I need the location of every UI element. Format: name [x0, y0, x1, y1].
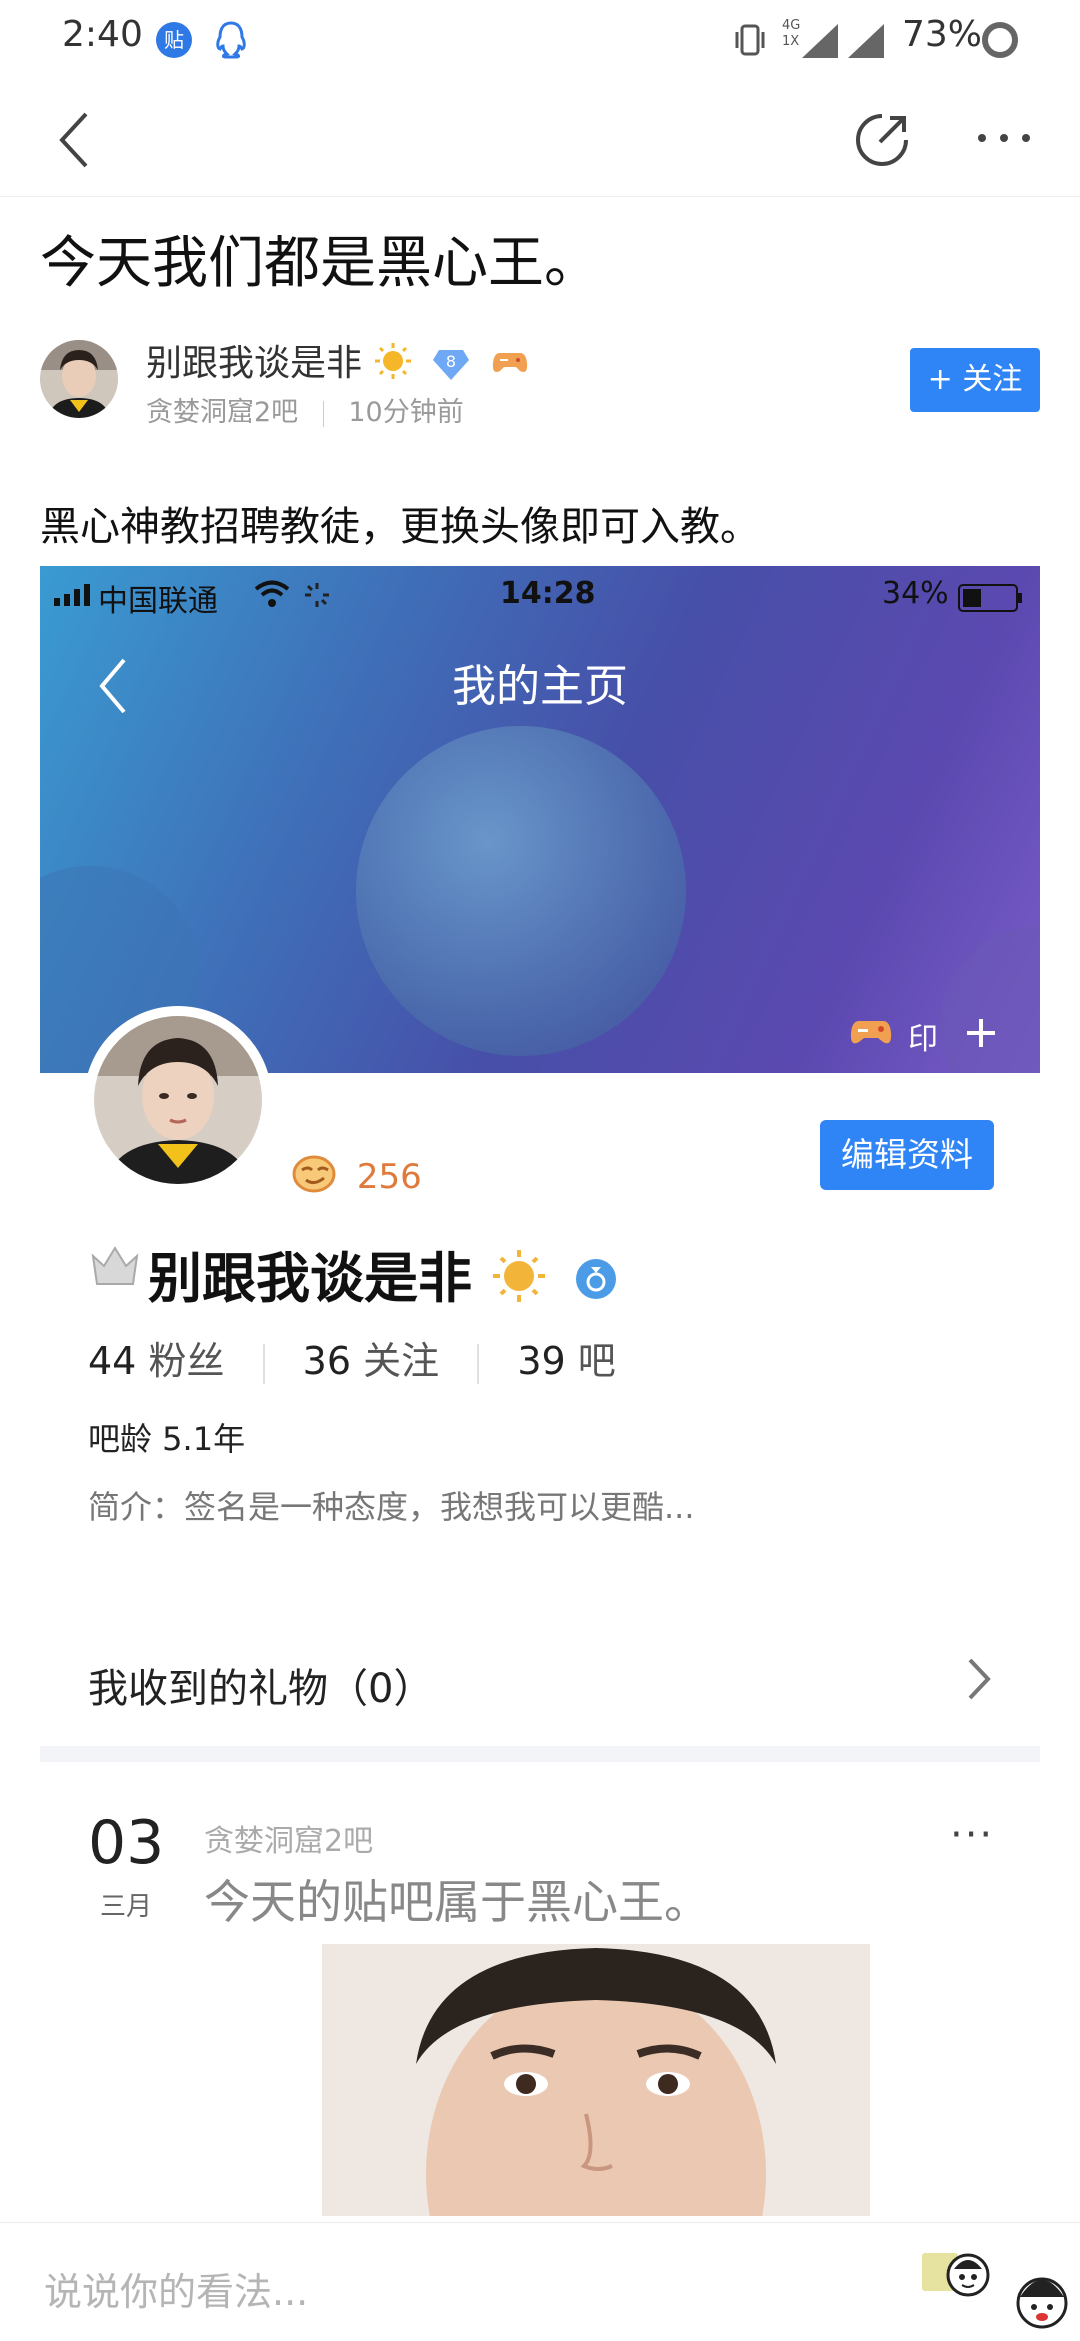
- embedded-signal-icon: [54, 584, 92, 610]
- author-meta: 贪婪洞窟2吧 10分钟前: [146, 390, 464, 429]
- ring-badge-icon: [574, 1251, 618, 1314]
- level-face-icon: [290, 1154, 338, 1203]
- emoji-icon[interactable]: [920, 2247, 990, 2305]
- following-label: 关注: [363, 1339, 440, 1383]
- signal-icon: [800, 20, 890, 64]
- comment-input[interactable]: 说说你的看法...: [44, 2261, 308, 2316]
- network-indicator: 4G 1X: [782, 18, 800, 50]
- profile-username: 别跟我谈是非: [148, 1234, 618, 1317]
- embedded-page-title: 我的主页: [452, 661, 628, 712]
- more-icon[interactable]: [976, 128, 1032, 152]
- author-forum[interactable]: 贪婪洞窟2吧: [146, 397, 298, 428]
- loading-icon: [304, 582, 330, 612]
- profile-level-value: 256: [356, 1157, 422, 1197]
- profile-avatar-image: [94, 1016, 262, 1184]
- profile-username-text: 别跟我谈是非: [148, 1247, 472, 1310]
- embedded-battery-icon: [958, 584, 1024, 616]
- profile-post-title[interactable]: 今天的贴吧属于黑心王。: [204, 1866, 710, 1932]
- post-time: 10分钟前: [348, 397, 464, 428]
- embedded-carrier: 中国联通: [98, 584, 218, 619]
- profile-level: 256: [290, 1154, 422, 1203]
- author-name[interactable]: 别跟我谈是非 8: [146, 334, 528, 390]
- fans-stat[interactable]: 44 粉丝: [88, 1339, 224, 1383]
- following-stat[interactable]: 36 关注: [303, 1339, 439, 1383]
- following-count: 36: [302, 1339, 352, 1383]
- gifts-row[interactable]: 我收到的礼物（0）: [88, 1656, 433, 1714]
- post-date-day: 03: [88, 1808, 165, 1878]
- bars-stat[interactable]: 39 吧: [517, 1339, 615, 1383]
- author-avatar[interactable]: [40, 340, 118, 418]
- bars-label: 吧: [577, 1339, 616, 1383]
- gamepad-icon: [492, 345, 528, 386]
- comment-bar: 说说你的看法...: [0, 2222, 1080, 2341]
- status-bar: 2:40 贴 4G 1X 73%: [0, 0, 1080, 84]
- wifi-icon: [254, 580, 290, 612]
- profile-post-more-icon[interactable]: ···: [950, 1812, 994, 1858]
- fans-label: 粉丝: [148, 1339, 225, 1383]
- meta-divider: [322, 400, 324, 427]
- post-body: 黑心神教招聘教徒，更换头像即可入教。: [40, 504, 760, 550]
- embedded-screenshot[interactable]: 中国联通 14:28 34% 我的主页 印 256 编辑资料 别跟我谈是非 44…: [40, 566, 1040, 2216]
- profile-sun-icon: [491, 1248, 547, 1317]
- fans-count: 44: [88, 1339, 137, 1383]
- banner-gamepad-icon[interactable]: [850, 1016, 892, 1054]
- tieba-notification-icon: 贴: [156, 22, 192, 58]
- stat-divider: [477, 1343, 480, 1384]
- section-divider: [40, 1746, 1040, 1762]
- embedded-battery: 34%: [882, 576, 949, 611]
- edit-profile-button[interactable]: 编辑资料: [820, 1120, 994, 1190]
- profile-banner: 中国联通 14:28 34% 我的主页 印: [40, 566, 1040, 1073]
- vibrate-icon: [732, 22, 768, 62]
- sim-indicator: 1X: [782, 34, 800, 49]
- post-date-month: 三月: [100, 1892, 153, 1922]
- level-badge-number: 8: [445, 352, 457, 371]
- banner-planet: [356, 726, 686, 1056]
- embedded-time: 14:28: [500, 576, 596, 611]
- bars-count: 39: [517, 1339, 566, 1383]
- follow-button[interactable]: + 关注: [910, 348, 1040, 412]
- status-time: 2:40: [62, 14, 143, 55]
- network-type: 4G: [782, 18, 801, 33]
- profile-post-forum[interactable]: 贪婪洞窟2吧: [204, 1816, 373, 1860]
- profile-avatar[interactable]: [84, 1006, 272, 1194]
- author-name-text: 别跟我谈是非: [146, 343, 363, 384]
- crown-icon: [90, 1244, 140, 1292]
- stamp-button[interactable]: 印: [908, 1014, 938, 1058]
- qq-notification-icon: [214, 20, 248, 64]
- bar-age: 吧龄 5.1年: [88, 1420, 246, 1458]
- add-icon[interactable]: [964, 1016, 998, 1054]
- battery-percent: 73%: [902, 14, 983, 55]
- stat-divider: [262, 1343, 265, 1384]
- post-title: 今天我们都是黑心王。: [40, 231, 600, 296]
- sun-icon: [373, 341, 413, 390]
- embedded-status-bar: 中国联通 14:28 34%: [40, 566, 1040, 626]
- battery-ring-icon: [980, 20, 1020, 64]
- nav-bar: [0, 84, 1080, 197]
- chevron-right-icon: [964, 1656, 994, 1706]
- profile-post-photo[interactable]: [322, 1944, 870, 2216]
- sticker-icon[interactable]: [1012, 2269, 1072, 2335]
- profile-stats: 44 粉丝 36 关注 39 吧: [88, 1330, 616, 1385]
- share-icon[interactable]: [852, 110, 912, 174]
- back-icon[interactable]: [54, 110, 94, 174]
- profile-intro: 简介：签名是一种态度，我想我可以更酷...: [88, 1488, 695, 1526]
- level-diamond-icon: 8: [431, 348, 471, 382]
